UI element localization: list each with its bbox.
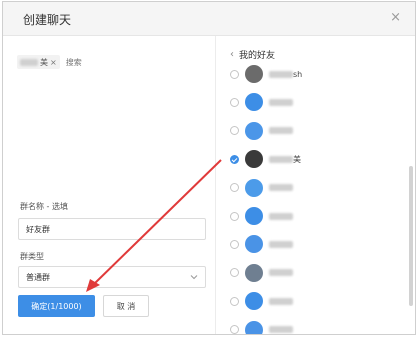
radio-button[interactable] [230, 69, 239, 79]
group-name-input[interactable]: 好友群 [18, 218, 206, 240]
group-type-value: 普通群 [26, 272, 50, 282]
friend-item[interactable] [230, 206, 400, 226]
radio-button[interactable] [230, 296, 239, 306]
blurred-name [269, 70, 293, 78]
friend-name-suffix: 美 [293, 154, 301, 164]
friend-item[interactable] [230, 92, 400, 112]
avatar [245, 65, 263, 83]
friend-name-suffix: sh [293, 69, 303, 79]
create-chat-dialog: 创建聊天 × 美 × 群名称 - 选填 好友群 群类型 普通群 确定(1/100… [2, 1, 416, 335]
blurred-name [269, 269, 293, 277]
avatar [245, 121, 263, 140]
scrollbar[interactable] [409, 166, 413, 306]
checked-radio[interactable] [230, 154, 239, 164]
radio-button[interactable] [230, 211, 239, 221]
friend-item[interactable] [230, 320, 400, 334]
friend-name [269, 297, 293, 305]
selected-members: 美 × [17, 54, 126, 70]
friend-name [269, 98, 293, 106]
friends-panel: ‹ 我的好友 sh 美 [215, 36, 415, 334]
friend-item[interactable]: 美 [230, 149, 400, 169]
avatar [245, 150, 263, 169]
radio-button[interactable] [230, 126, 239, 136]
blurred-name [269, 240, 293, 248]
left-panel: 美 × 群名称 - 选填 好友群 群类型 普通群 确定(1/1000) 取 消 [3, 36, 215, 334]
radio-button[interactable] [230, 183, 239, 193]
friend-name [269, 326, 293, 334]
avatar [245, 320, 263, 334]
remove-chip-icon[interactable]: × [50, 58, 57, 67]
radio-button[interactable] [230, 97, 239, 107]
group-type-select[interactable]: 普通群 [18, 266, 206, 288]
friend-name [269, 127, 293, 135]
chip-name-suffix: 美 [40, 57, 48, 67]
friend-name: 美 [269, 154, 301, 165]
avatar [245, 263, 263, 282]
group-type-label: 群类型 [20, 252, 44, 261]
close-icon[interactable]: × [390, 10, 401, 25]
avatar [245, 93, 263, 112]
radio-button[interactable] [230, 268, 239, 278]
confirm-button[interactable]: 确定(1/1000) [18, 295, 95, 317]
avatar [245, 207, 263, 225]
cancel-button[interactable]: 取 消 [103, 295, 149, 317]
chevron-down-icon [190, 275, 198, 280]
friend-item[interactable] [230, 121, 400, 141]
friend-name [269, 212, 293, 220]
chevron-left-icon[interactable]: ‹ [230, 49, 234, 60]
selected-member-chip[interactable]: 美 × [17, 55, 60, 69]
blurred-name [20, 58, 38, 66]
blurred-name [269, 155, 293, 163]
blurred-name [269, 212, 293, 220]
blurred-name [269, 297, 293, 305]
friend-item[interactable] [230, 291, 400, 311]
group-name-label: 群名称 - 选填 [20, 202, 68, 211]
friend-name [269, 269, 293, 277]
friend-item[interactable] [230, 178, 400, 198]
dialog-title: 创建聊天 [23, 13, 72, 27]
blurred-name [269, 326, 293, 334]
avatar [245, 292, 263, 311]
friend-item[interactable] [230, 234, 400, 254]
blurred-name [269, 184, 293, 192]
friend-item[interactable]: sh [230, 64, 400, 84]
friend-name [269, 184, 293, 192]
friend-name [269, 240, 293, 248]
avatar [245, 178, 263, 197]
blurred-name [269, 127, 293, 135]
member-search-input[interactable] [65, 57, 126, 67]
friend-item[interactable] [230, 263, 400, 283]
blurred-name [269, 98, 293, 106]
friends-header[interactable]: ‹ 我的好友 [230, 48, 275, 61]
radio-button[interactable] [230, 325, 239, 334]
radio-button[interactable] [230, 239, 239, 249]
friends-header-label: 我的好友 [239, 51, 276, 61]
friend-name: sh [269, 70, 302, 79]
dialog-titlebar: 创建聊天 × [3, 2, 415, 36]
avatar [245, 235, 263, 254]
